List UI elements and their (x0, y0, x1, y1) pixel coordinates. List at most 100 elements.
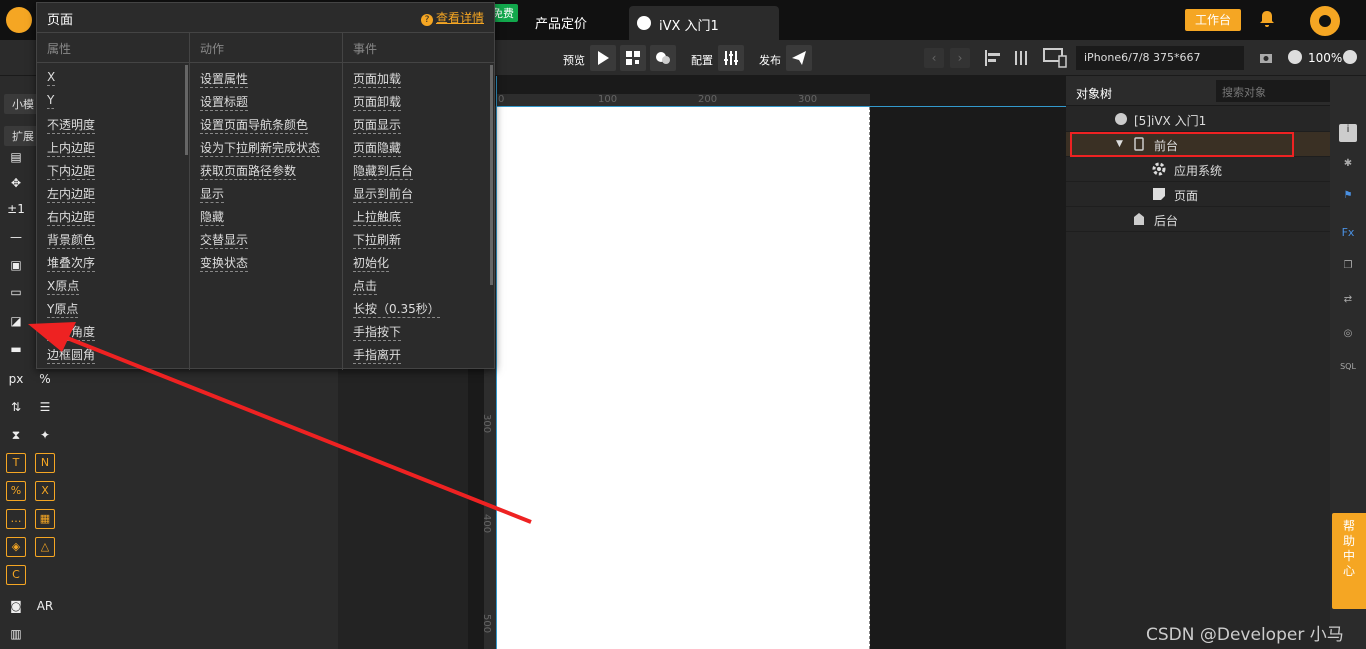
view-details-link[interactable]: ? 查看详情 (420, 9, 484, 26)
flag-icon[interactable]: ⚑ (1339, 190, 1357, 208)
ar-icon[interactable]: AR (34, 595, 56, 617)
popup-item[interactable]: 上内边距 (47, 139, 96, 162)
popup-item[interactable]: 手指离开 (353, 346, 440, 369)
popup-item[interactable]: 页面加载 (353, 70, 440, 93)
px-icon[interactable]: px (5, 368, 27, 390)
layout-icon[interactable]: ▥ (5, 623, 27, 645)
preview-play-button[interactable] (590, 45, 616, 71)
grid-var-icon[interactable]: ▦ (35, 509, 55, 529)
device-select[interactable]: iPhone6/7/8 375*667 (1076, 46, 1244, 70)
text-var-icon[interactable]: T (6, 453, 26, 473)
bool-var-icon[interactable]: % (6, 481, 26, 501)
zoom-in-icon[interactable] (1343, 50, 1357, 64)
ivx-logo-icon[interactable] (6, 7, 32, 33)
undo-button[interactable]: ‹ (924, 48, 944, 68)
popup-item[interactable]: 显示 (200, 185, 320, 208)
config-button[interactable] (718, 45, 744, 71)
redo-button[interactable]: › (950, 48, 970, 68)
sql-icon[interactable]: SQL (1339, 362, 1357, 380)
zoom-out-icon[interactable] (1288, 50, 1302, 64)
screenshot-icon[interactable] (1258, 50, 1274, 66)
popup-item[interactable]: 设置页面导航条颜色 (200, 116, 320, 139)
copy-icon[interactable]: ❐ (1339, 260, 1357, 278)
nav-pricing-link[interactable]: 产品定价 (535, 13, 587, 32)
list-icon[interactable]: ▤ (5, 146, 27, 168)
popup-item[interactable]: 页面显示 (353, 116, 440, 139)
align-center-icon[interactable] (1012, 49, 1030, 67)
workbench-button[interactable]: 工作台 (1185, 9, 1241, 31)
x-var-icon[interactable]: X (35, 481, 55, 501)
popup-item[interactable]: 页面隐藏 (353, 139, 440, 162)
popup-item[interactable]: 变换状态 (200, 254, 320, 277)
popup-item[interactable]: 设为下拉刷新完成状态 (200, 139, 321, 162)
object-var-icon[interactable]: ◈ (6, 537, 26, 557)
align-left-icon[interactable] (984, 49, 1002, 67)
bell-icon[interactable] (1258, 10, 1276, 28)
map-pin-icon[interactable]: ✥ (5, 172, 27, 194)
popup-item[interactable]: 手指按下 (353, 323, 440, 346)
qrcode-button[interactable] (620, 45, 646, 71)
scrollbar[interactable] (185, 65, 188, 155)
popup-item[interactable]: 左内边距 (47, 185, 96, 208)
record-icon[interactable]: ◎ (1339, 328, 1357, 346)
popup-item[interactable]: 堆叠次序 (47, 254, 96, 277)
popup-item[interactable]: 设置属性 (200, 70, 320, 93)
page-icon[interactable]: ◪ (5, 310, 27, 332)
document-tab[interactable]: iVX 入门1 (629, 6, 779, 40)
tree-row-app[interactable]: [5]iVX 入门1 (1066, 107, 1330, 132)
popup-item[interactable]: 获取页面路径参数 (200, 162, 320, 185)
page-canvas[interactable] (497, 107, 870, 649)
scrollbar[interactable] (490, 65, 493, 285)
array-var-icon[interactable]: … (6, 509, 26, 529)
tree-var-icon[interactable]: △ (35, 537, 55, 557)
popup-item[interactable]: 右内边距 (47, 208, 96, 231)
device-switch-icon[interactable] (1043, 48, 1067, 68)
popup-item[interactable]: 长按（0.35秒） (353, 300, 440, 323)
carousel-icon[interactable]: ▬ (5, 338, 27, 360)
popup-item[interactable]: X原点 (47, 277, 95, 300)
popup-item[interactable]: X (47, 70, 95, 93)
popup-item[interactable]: 初始化 (353, 254, 440, 277)
help-center-button[interactable]: 帮助中心 (1332, 513, 1366, 609)
tree-row-backend[interactable]: 后台 (1066, 207, 1330, 232)
popup-item[interactable]: 设置标题 (200, 93, 320, 116)
popup-item[interactable]: 下内边距 (47, 162, 96, 185)
popup-item[interactable]: Y原点 (47, 300, 95, 323)
publish-button[interactable] (786, 45, 812, 71)
popup-item[interactable]: 边框圆角 (47, 346, 96, 369)
camera-icon[interactable]: ◙ (5, 595, 27, 617)
percent-icon[interactable]: % (34, 368, 56, 390)
plus-minus-icon[interactable]: ±1 (5, 198, 27, 220)
sort-icon[interactable]: ⇅ (5, 396, 27, 418)
popup-item[interactable]: 背景颜色 (47, 231, 96, 254)
popup-item[interactable]: 下拉刷新 (353, 231, 440, 254)
line-icon[interactable]: — (5, 226, 27, 248)
data-icon[interactable]: ☰ (34, 396, 56, 418)
popup-item[interactable]: 隐藏 (200, 208, 320, 231)
popup-item[interactable]: 页面卸载 (353, 93, 440, 116)
button-icon[interactable]: ▣ (5, 254, 27, 276)
chat-icon[interactable]: ✦ (34, 424, 56, 446)
settings-icon[interactable]: ✱ (1339, 158, 1357, 176)
popup-item[interactable]: 显示到前台 (353, 185, 440, 208)
popup-item[interactable]: 上拉触底 (353, 208, 440, 231)
info-icon[interactable]: i (1339, 124, 1357, 142)
wechat-preview-button[interactable] (650, 45, 676, 71)
swap-icon[interactable]: ⇄ (1339, 294, 1357, 312)
number-var-icon[interactable]: N (35, 453, 55, 473)
popup-item[interactable]: 交替显示 (200, 231, 320, 254)
popup-item[interactable]: 点击 (353, 277, 440, 300)
object-search-input[interactable]: 搜索对象 (1216, 80, 1342, 102)
popup-item[interactable]: 隐藏到后台 (353, 162, 440, 185)
avatar[interactable] (1310, 6, 1340, 36)
object-tree-panel: 对象树 搜索对象 [5]iVX 入门1 ▼ 前台 应用系统 页面 后台 (1066, 76, 1342, 649)
hourglass-icon[interactable]: ⧗ (5, 424, 27, 446)
tree-row-app-system[interactable]: 应用系统 (1066, 157, 1330, 182)
tree-row-page[interactable]: 页面 (1066, 182, 1330, 207)
popup-item[interactable]: 旋转角度 (47, 323, 96, 346)
live-icon[interactable]: ▭ (5, 281, 27, 303)
popup-item[interactable]: 不透明度 (47, 116, 96, 139)
popup-item[interactable]: Y (47, 93, 95, 116)
c-var-icon[interactable]: C (6, 565, 26, 585)
function-icon[interactable]: Fx (1339, 226, 1357, 244)
